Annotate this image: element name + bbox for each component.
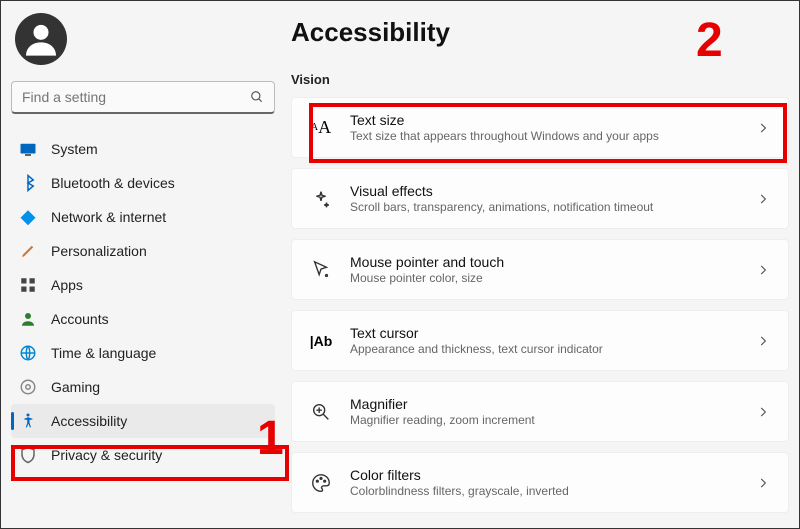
person-icon [19, 310, 37, 328]
card-desc: Mouse pointer color, size [350, 271, 738, 285]
search-field[interactable] [22, 89, 250, 105]
sidebar-item-time[interactable]: Time & language [11, 336, 275, 370]
chevron-right-icon [756, 334, 770, 348]
card-title: Visual effects [350, 183, 738, 199]
sidebar-item-label: Gaming [51, 379, 100, 395]
brush-icon [19, 242, 37, 260]
wifi-icon [19, 208, 37, 226]
sidebar-item-label: Bluetooth & devices [51, 175, 175, 191]
card-text-cursor[interactable]: |Ab Text cursor Appearance and thickness… [291, 310, 789, 371]
search-input[interactable] [11, 81, 275, 114]
sidebar-item-gaming[interactable]: Gaming [11, 370, 275, 404]
card-desc: Appearance and thickness, text cursor in… [350, 342, 738, 356]
card-desc: Magnifier reading, zoom increment [350, 413, 738, 427]
sidebar-item-bluetooth[interactable]: Bluetooth & devices [11, 166, 275, 200]
annotation-box-2 [309, 103, 787, 163]
card-text: Color filters Colorblindness filters, gr… [350, 467, 738, 498]
sidebar-item-apps[interactable]: Apps [11, 268, 275, 302]
chevron-right-icon [756, 192, 770, 206]
user-icon [21, 19, 61, 59]
card-text: Visual effects Scroll bars, transparency… [350, 183, 738, 214]
magnifier-icon [310, 401, 332, 423]
cursor-icon [310, 259, 332, 281]
palette-icon [310, 472, 332, 494]
card-desc: Colorblindness filters, grayscale, inver… [350, 484, 738, 498]
chevron-right-icon [756, 263, 770, 277]
card-text: Text cursor Appearance and thickness, te… [350, 325, 738, 356]
nav-list: System Bluetooth & devices Network & int… [11, 132, 275, 472]
sidebar-item-label: Accessibility [51, 413, 127, 429]
accessibility-icon [19, 412, 37, 430]
card-color-filters[interactable]: Color filters Colorblindness filters, gr… [291, 452, 789, 513]
card-title: Mouse pointer and touch [350, 254, 738, 270]
annotation-box-1 [11, 445, 289, 481]
sidebar-item-label: Personalization [51, 243, 147, 259]
main-content: Accessibility Vision AA Text size Text s… [291, 13, 789, 528]
card-title: Magnifier [350, 396, 738, 412]
sidebar-item-label: Network & internet [51, 209, 166, 225]
gaming-icon [19, 378, 37, 396]
search-icon [250, 90, 264, 104]
sidebar-item-label: Accounts [51, 311, 109, 327]
chevron-right-icon [756, 476, 770, 490]
sidebar-item-label: System [51, 141, 98, 157]
system-icon [19, 140, 37, 158]
sidebar-item-system[interactable]: System [11, 132, 275, 166]
section-label: Vision [291, 72, 789, 87]
card-visual-effects[interactable]: Visual effects Scroll bars, transparency… [291, 168, 789, 229]
sidebar-item-personalization[interactable]: Personalization [11, 234, 275, 268]
card-desc: Scroll bars, transparency, animations, n… [350, 200, 738, 214]
card-magnifier[interactable]: Magnifier Magnifier reading, zoom increm… [291, 381, 789, 442]
card-text: Magnifier Magnifier reading, zoom increm… [350, 396, 738, 427]
sidebar-item-label: Time & language [51, 345, 156, 361]
sidebar-item-network[interactable]: Network & internet [11, 200, 275, 234]
apps-icon [19, 276, 37, 294]
card-title: Text cursor [350, 325, 738, 341]
bluetooth-icon [19, 174, 37, 192]
text-cursor-icon: |Ab [310, 330, 332, 352]
sidebar-item-label: Apps [51, 277, 83, 293]
sidebar-item-accounts[interactable]: Accounts [11, 302, 275, 336]
sparkle-icon [310, 188, 332, 210]
globe-icon [19, 344, 37, 362]
card-mouse-pointer[interactable]: Mouse pointer and touch Mouse pointer co… [291, 239, 789, 300]
card-title: Color filters [350, 467, 738, 483]
chevron-right-icon [756, 405, 770, 419]
avatar [15, 13, 67, 65]
card-text: Mouse pointer and touch Mouse pointer co… [350, 254, 738, 285]
user-block[interactable] [11, 13, 275, 65]
sidebar-item-accessibility[interactable]: Accessibility [11, 404, 275, 438]
annotation-2: 2 [696, 13, 723, 68]
